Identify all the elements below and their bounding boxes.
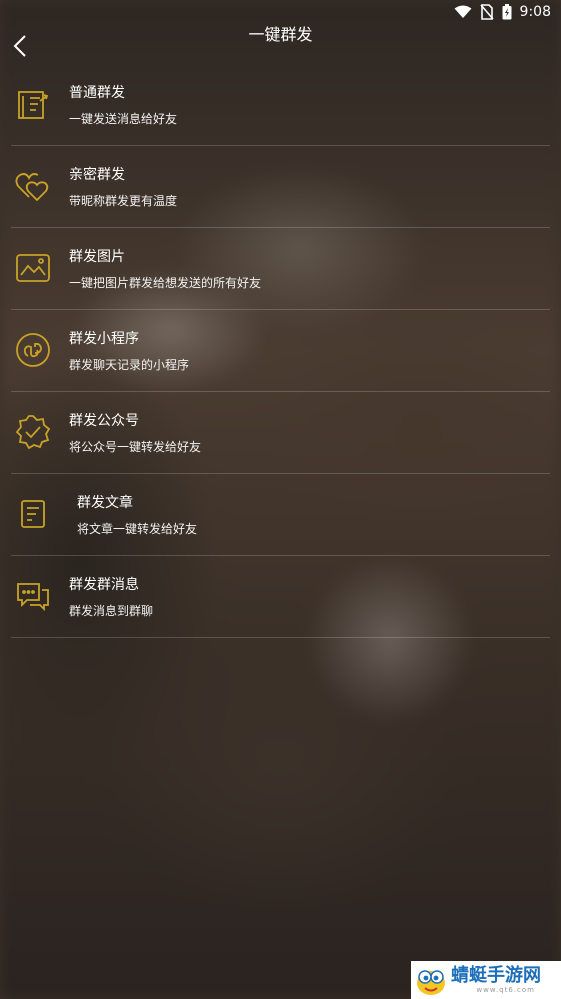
verified-badge-icon (13, 412, 53, 452)
list-item-broadcast-article[interactable]: 群发文章 将文章一键转发给好友 (11, 474, 550, 556)
wifi-icon (454, 5, 472, 19)
mini-program-icon (13, 330, 53, 370)
article-icon (13, 494, 53, 534)
list-item-intimate-broadcast[interactable]: 亲密群发 带昵称群发更有温度 (11, 146, 550, 228)
status-bar: 9:08 (0, 0, 561, 24)
watermark-logo: 蜻蜓手游网 www.qt6.com (411, 961, 561, 999)
broadcast-options-list: 普通群发 一键发送消息给好友 亲密群发 带昵称群发更有温度 群发图片 一键把图片… (0, 64, 561, 638)
watermark-brand: 蜻蜓手游网 (451, 965, 541, 986)
list-item-broadcast-image[interactable]: 群发图片 一键把图片群发给想发送的所有好友 (11, 228, 550, 310)
mascot-icon (411, 961, 451, 999)
compose-icon (13, 84, 53, 124)
watermark-domain: www.qt6.com (476, 986, 535, 994)
list-item-broadcast-official-account[interactable]: 群发公众号 将公众号一键转发给好友 (11, 392, 550, 474)
title-bar: 一键群发 (0, 24, 561, 68)
page-title: 一键群发 (248, 25, 313, 44)
list-item-normal-broadcast[interactable]: 普通群发 一键发送消息给好友 (11, 64, 550, 146)
chat-bubbles-icon (13, 576, 53, 616)
status-time: 9:08 (519, 4, 551, 20)
list-item-broadcast-group-message[interactable]: 群发群消息 群发消息到群聊 (11, 556, 550, 638)
no-sim-icon (479, 4, 494, 20)
list-item-broadcast-mini-program[interactable]: 群发小程序 群发聊天记录的小程序 (11, 310, 550, 392)
battery-icon (502, 4, 512, 20)
hearts-icon (13, 166, 53, 206)
image-icon (13, 248, 53, 288)
